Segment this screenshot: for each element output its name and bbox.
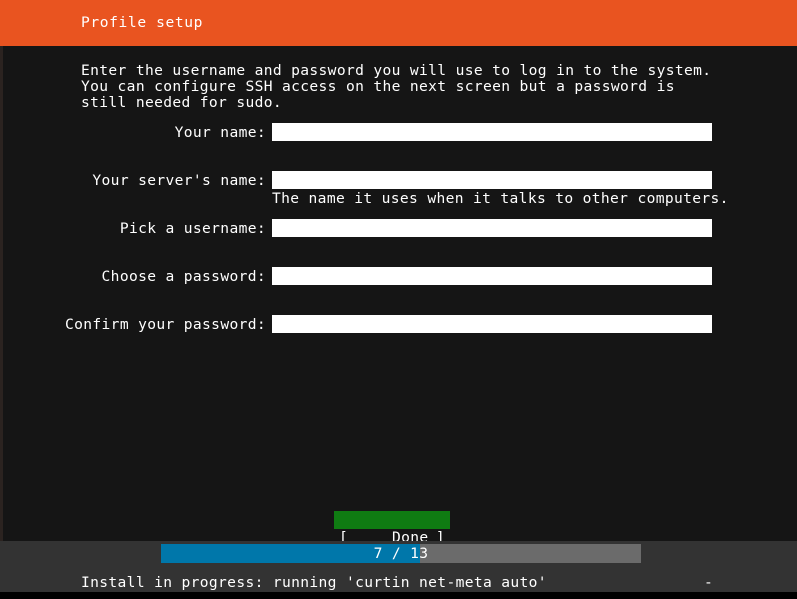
help-server-name: The name it uses when it talks to other … xyxy=(272,191,729,207)
input-password[interactable]: ******** xyxy=(272,267,712,285)
input-confirm-password[interactable]: ******** xyxy=(272,315,712,333)
spinner-icon: - xyxy=(704,575,713,591)
done-button[interactable]: []Done xyxy=(334,511,450,529)
form-row-your-name: Your name: zyg xyxy=(0,120,797,168)
intro-text: Enter the username and password you will… xyxy=(81,63,721,111)
form-row-username: Pick a username: zyg xyxy=(0,216,797,264)
input-username[interactable]: zyg xyxy=(272,219,712,237)
label-server-name: Your server's name: xyxy=(0,173,266,189)
installer-screen: Profile setup Enter the username and pas… xyxy=(0,0,797,599)
label-your-name: Your name: xyxy=(0,125,266,141)
progress-bar-label: 7 / 13 xyxy=(161,544,641,563)
bottom-edge-strip xyxy=(0,592,797,599)
form-row-password: Choose a password: ******** xyxy=(0,264,797,312)
label-confirm-password: Confirm your password: xyxy=(0,317,266,333)
footer-bar: 7 / 13 Install in progress: running 'cur… xyxy=(0,541,797,592)
progress-bar: 7 / 13 xyxy=(161,544,641,563)
status-text: Install in progress: running 'curtin net… xyxy=(81,575,547,591)
label-password: Choose a password: xyxy=(0,269,266,285)
page-title: Profile setup xyxy=(81,15,203,31)
input-your-name[interactable]: zyg xyxy=(272,123,712,141)
profile-form: Your name: zyg Your server's name: zyg-p… xyxy=(0,120,797,360)
form-row-server-name: Your server's name: zyg-pc The name it u… xyxy=(0,168,797,216)
header-bar: Profile setup xyxy=(0,0,797,46)
input-server-name[interactable]: zyg-pc xyxy=(272,171,712,189)
label-username: Pick a username: xyxy=(0,221,266,237)
form-row-confirm-password: Confirm your password: ******** xyxy=(0,312,797,360)
